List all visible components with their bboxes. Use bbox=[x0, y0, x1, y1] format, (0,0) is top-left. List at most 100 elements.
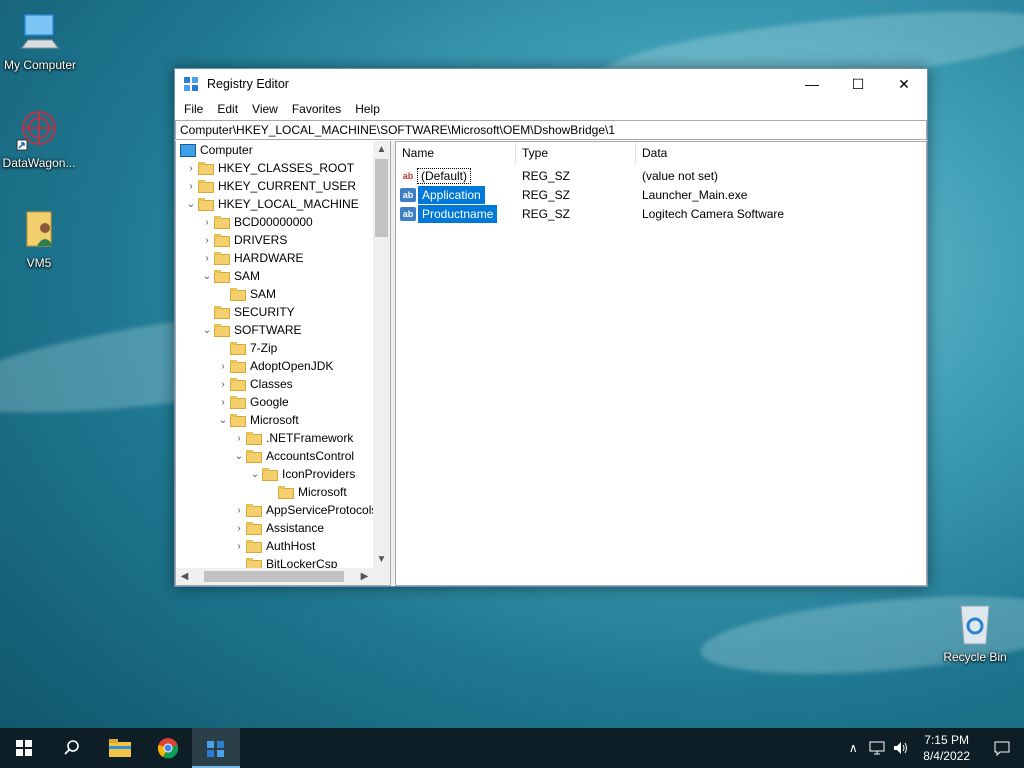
collapse-chevron-icon[interactable]: ⌄ bbox=[184, 197, 198, 211]
value-row[interactable]: ab Application REG_SZ Launcher_Main.exe bbox=[396, 185, 926, 204]
windows-logo-icon bbox=[16, 740, 32, 756]
network-button[interactable] bbox=[865, 728, 889, 768]
tree-vertical-scrollbar[interactable]: ▲ ▼ bbox=[373, 141, 390, 568]
desktop-icon-datawagon[interactable]: DataWagon... bbox=[0, 106, 79, 170]
folder-icon bbox=[230, 359, 246, 373]
expand-chevron-icon[interactable]: › bbox=[200, 233, 214, 247]
key-tree-pane[interactable]: Computer › HKEY_CLASSES_ROOT › HKEY_CURRENT_… bbox=[175, 141, 391, 586]
collapse-chevron-icon[interactable]: ⌄ bbox=[232, 449, 246, 463]
collapse-chevron-icon[interactable]: ⌄ bbox=[200, 323, 214, 337]
tree-node[interactable]: SECURITY bbox=[200, 303, 295, 321]
menu-file[interactable]: File bbox=[177, 102, 210, 116]
scroll-left-icon[interactable]: ◀ bbox=[176, 568, 193, 585]
clock[interactable]: 7:15 PM 8/4/2022 bbox=[913, 732, 980, 764]
column-header-name[interactable]: Name bbox=[396, 142, 516, 164]
tree-node[interactable]: › DRIVERS bbox=[200, 231, 287, 249]
notification-icon bbox=[994, 741, 1010, 756]
tree-node[interactable]: ⌄ AccountsControl bbox=[232, 447, 354, 465]
expand-chevron-icon[interactable]: › bbox=[184, 161, 198, 175]
expand-chevron-icon[interactable]: › bbox=[200, 215, 214, 229]
values-list-pane[interactable]: Name Type Data ab (Default) REG_SZ (value n… bbox=[395, 141, 927, 586]
scroll-down-icon[interactable]: ▼ bbox=[373, 551, 390, 568]
folder-icon bbox=[230, 395, 246, 409]
collapse-chevron-icon[interactable]: ⌄ bbox=[248, 467, 262, 481]
scroll-thumb[interactable] bbox=[204, 571, 344, 582]
expand-chevron-icon[interactable]: › bbox=[216, 377, 230, 391]
collapse-chevron-icon[interactable]: ⌄ bbox=[200, 269, 214, 283]
start-button[interactable] bbox=[0, 728, 48, 768]
tree-node[interactable]: › AdoptOpenJDK bbox=[216, 357, 333, 375]
address-path[interactable]: Computer\HKEY_LOCAL_MACHINE\SOFTWARE\Mic… bbox=[180, 123, 615, 137]
expand-chevron-icon[interactable]: › bbox=[216, 359, 230, 373]
desktop-icon-vm5[interactable]: VM5 bbox=[0, 206, 79, 270]
tree-node[interactable]: › .NETFramework bbox=[232, 429, 353, 447]
search-button[interactable] bbox=[48, 728, 96, 768]
tree-node[interactable]: › HARDWARE bbox=[200, 249, 303, 267]
maximize-button[interactable]: ☐ bbox=[835, 69, 881, 99]
expand-chevron-icon[interactable]: › bbox=[184, 179, 198, 193]
close-button[interactable]: ✕ bbox=[881, 69, 927, 99]
expand-chevron-icon[interactable]: › bbox=[232, 539, 246, 553]
value-row[interactable]: ab Productname REG_SZ Logitech Camera Softw… bbox=[396, 204, 926, 223]
menu-view[interactable]: View bbox=[245, 102, 285, 116]
tree-node[interactable]: › HKEY_CURRENT_USER bbox=[184, 177, 356, 195]
scroll-right-icon[interactable]: ▶ bbox=[356, 568, 373, 585]
menu-edit[interactable]: Edit bbox=[210, 102, 245, 116]
value-row[interactable]: ab (Default) REG_SZ (value not set) bbox=[396, 166, 926, 185]
tree-node[interactable]: 7-Zip bbox=[216, 339, 277, 357]
value-type-cell: REG_SZ bbox=[522, 168, 571, 183]
chevron-up-icon: ∧ bbox=[848, 741, 858, 755]
tree-node[interactable]: ⌄ SAM bbox=[200, 267, 260, 285]
tree-node[interactable]: › AppServiceProtocols bbox=[232, 501, 377, 519]
tree-node[interactable]: ⌄ IconProviders bbox=[248, 465, 356, 483]
expand-chevron-icon[interactable]: › bbox=[232, 503, 246, 517]
taskbar-file-explorer[interactable] bbox=[96, 728, 144, 768]
column-header-label: Data bbox=[642, 146, 668, 160]
minimize-button[interactable]: — bbox=[789, 69, 835, 99]
scroll-up-icon[interactable]: ▲ bbox=[373, 141, 390, 158]
tree-node[interactable]: Microsoft bbox=[264, 483, 347, 501]
tree-node[interactable]: Computer bbox=[180, 141, 253, 159]
search-icon bbox=[64, 740, 79, 755]
desktop-icon-my-computer[interactable]: My Computer bbox=[0, 8, 80, 72]
collapse-chevron-icon[interactable]: ⌄ bbox=[216, 413, 230, 427]
tree-node[interactable]: › Assistance bbox=[232, 519, 324, 537]
tree-node-label: IconProviders bbox=[282, 467, 356, 481]
folder-icon bbox=[230, 377, 246, 391]
address-bar[interactable]: Computer\HKEY_LOCAL_MACHINE\SOFTWARE\Mic… bbox=[175, 120, 927, 140]
tree-node[interactable]: › AuthHost bbox=[232, 537, 315, 555]
folder-icon bbox=[214, 215, 230, 229]
taskbar-chrome[interactable] bbox=[144, 728, 192, 768]
tree-node[interactable]: ⌄ SOFTWARE bbox=[200, 321, 302, 339]
column-header-label: Type bbox=[522, 146, 549, 160]
folder-icon bbox=[214, 251, 230, 265]
tree-node-label: Google bbox=[250, 395, 289, 409]
tree-node-label: HKEY_CURRENT_USER bbox=[218, 179, 357, 193]
taskbar-registry-editor[interactable] bbox=[192, 728, 240, 768]
column-header-data[interactable]: Data bbox=[636, 142, 926, 164]
tree-node[interactable]: › Classes bbox=[216, 375, 292, 393]
expand-chevron-icon[interactable]: › bbox=[232, 521, 246, 535]
tree-node[interactable]: › HKEY_CLASSES_ROOT bbox=[184, 159, 354, 177]
tree-node[interactable]: SAM bbox=[216, 285, 276, 303]
scroll-thumb[interactable] bbox=[375, 159, 388, 237]
tree-node[interactable]: ⌄ Microsoft bbox=[216, 411, 299, 429]
expand-chevron-icon[interactable]: › bbox=[232, 431, 246, 445]
tree-horizontal-scrollbar[interactable]: ◀ ▶ bbox=[176, 568, 390, 585]
tree-node-label: Microsoft bbox=[250, 413, 299, 427]
menu-help[interactable]: Help bbox=[348, 102, 387, 116]
show-hidden-icons-button[interactable]: ∧ bbox=[841, 728, 865, 768]
tree-node[interactable]: › Google bbox=[216, 393, 289, 411]
action-center-button[interactable] bbox=[980, 728, 1024, 768]
column-header-type[interactable]: Type bbox=[516, 142, 636, 164]
value-type-cell: REG_SZ bbox=[522, 206, 571, 221]
expand-chevron-icon[interactable]: › bbox=[216, 395, 230, 409]
expand-chevron-icon[interactable]: › bbox=[200, 251, 214, 265]
menu-favorites[interactable]: Favorites bbox=[285, 102, 348, 116]
tree-node[interactable]: › BCD00000000 bbox=[200, 213, 312, 231]
desktop-icon-recycle-bin[interactable]: Recycle Bin bbox=[935, 600, 1015, 664]
folder-icon bbox=[262, 467, 278, 481]
title-bar[interactable]: Registry Editor — ☐ ✕ bbox=[175, 69, 927, 99]
tree-node[interactable]: ⌄ HKEY_LOCAL_MACHINE bbox=[184, 195, 359, 213]
volume-button[interactable] bbox=[889, 728, 913, 768]
